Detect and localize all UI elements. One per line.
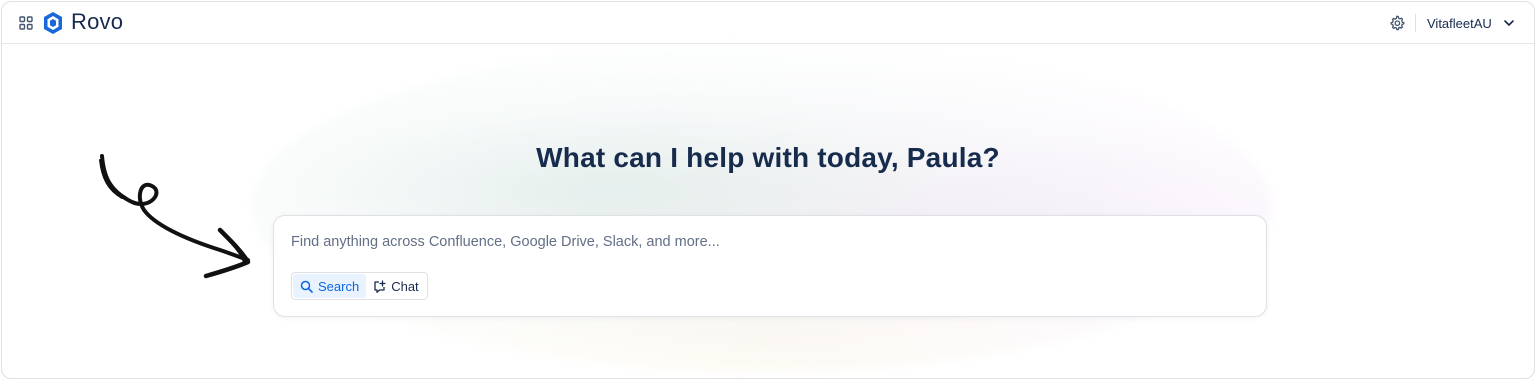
search-mode-button[interactable]: Search — [293, 274, 367, 298]
top-navigation: Rovo VitafleetAU — [2, 2, 1534, 44]
workspace-switcher[interactable]: VitafleetAU — [1427, 12, 1516, 34]
gear-icon[interactable] — [1387, 13, 1407, 33]
brand-name[interactable]: Rovo — [71, 10, 123, 34]
chat-icon — [373, 279, 386, 293]
search-mode-label: Search — [318, 278, 360, 294]
grid-icon[interactable] — [17, 14, 35, 32]
app-window: Rovo VitafleetAU What can I help with to… — [1, 1, 1535, 379]
page-title: What can I help with today, Paula? — [536, 142, 1000, 173]
chat-mode-label: Chat — [391, 278, 419, 294]
search-icon — [300, 280, 313, 293]
search-input[interactable] — [291, 230, 1191, 254]
chevron-down-icon — [1502, 16, 1516, 30]
background-glow — [252, 42, 1272, 372]
mode-toggle: Search Chat — [291, 272, 428, 300]
header-divider — [1415, 14, 1416, 32]
rovo-logo-icon[interactable] — [42, 11, 64, 35]
chat-mode-button[interactable]: Chat — [366, 274, 425, 298]
workspace-name: VitafleetAU — [1427, 15, 1492, 31]
search-card: Search Chat — [273, 215, 1267, 317]
